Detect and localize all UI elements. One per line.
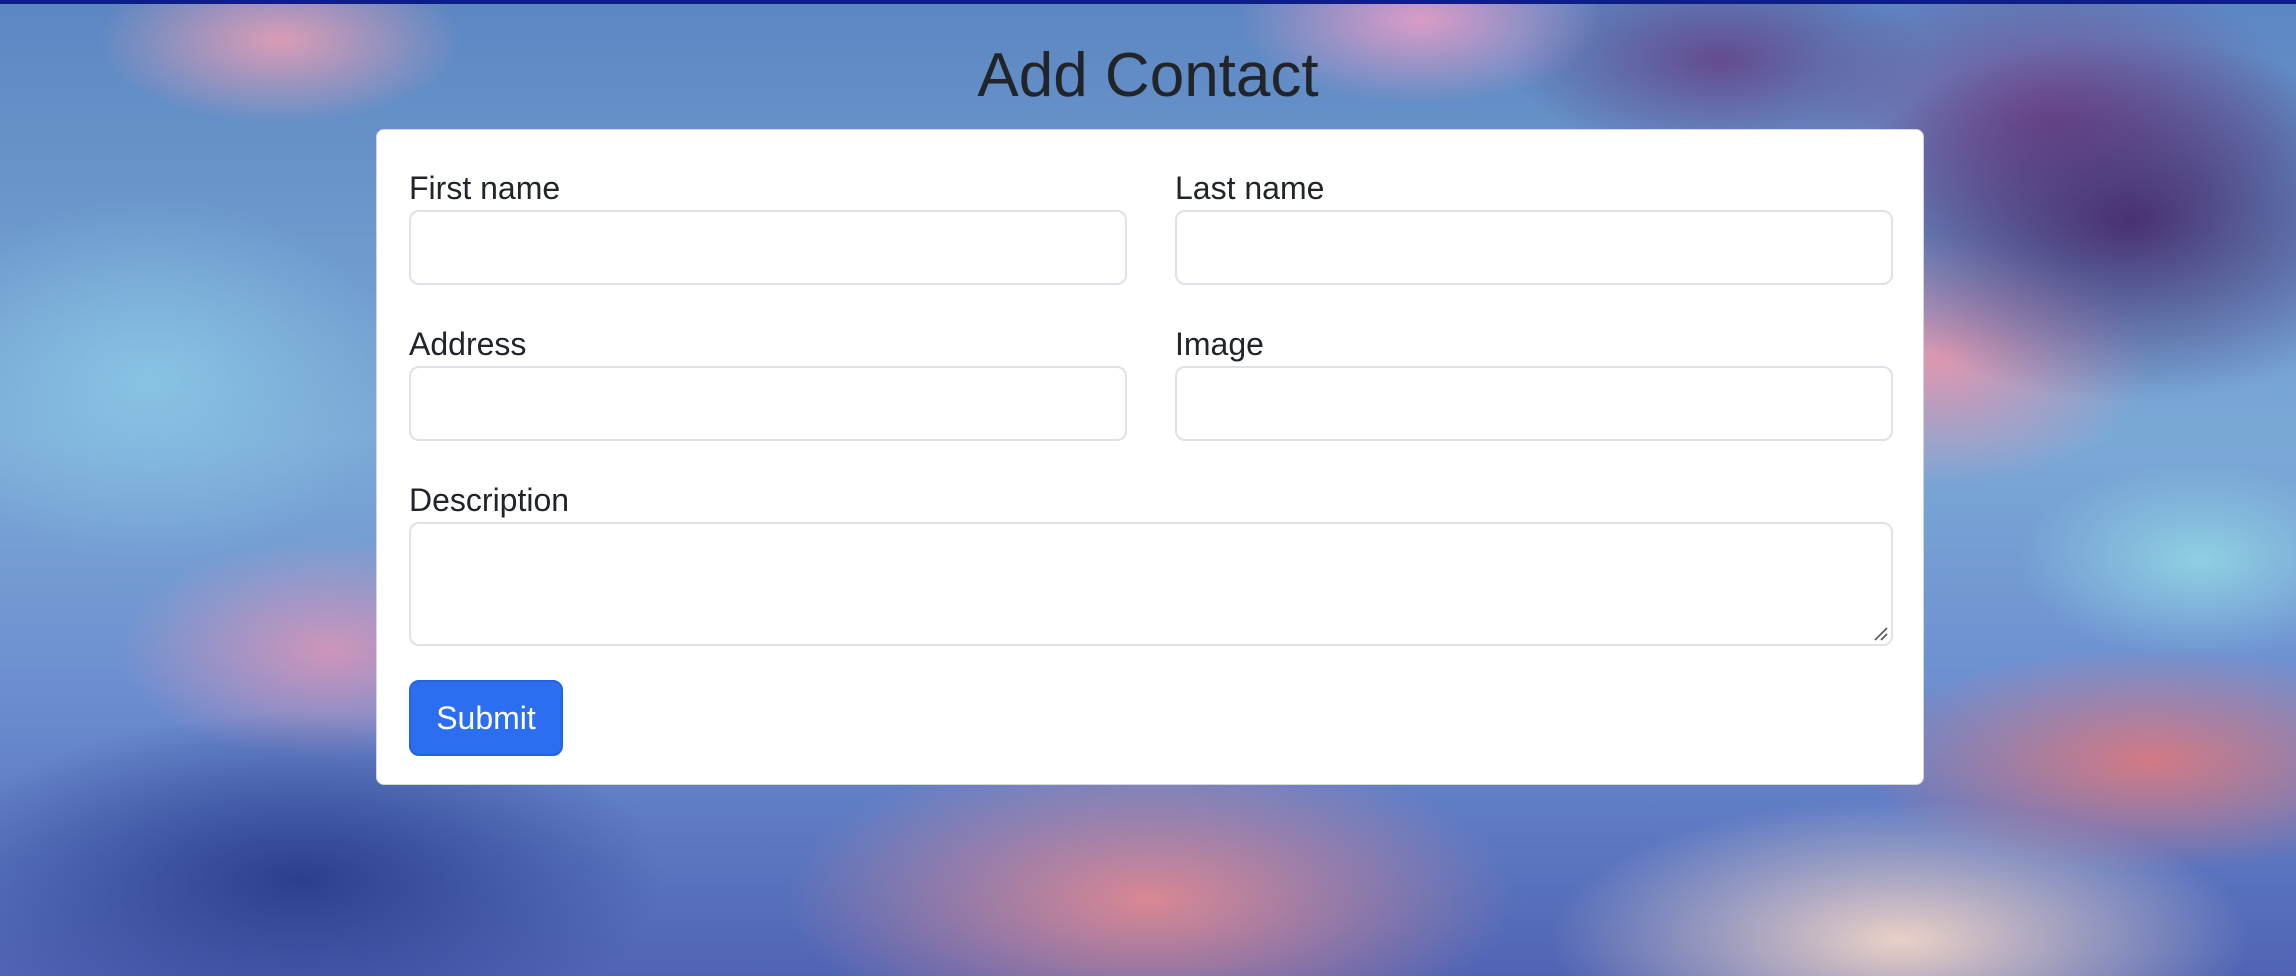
image-label: Image: [1175, 326, 1264, 362]
image-input[interactable]: [1175, 366, 1893, 441]
page-title: Add Contact: [977, 41, 1319, 110]
first-name-label: First name: [409, 170, 561, 206]
submit-button[interactable]: Submit: [409, 680, 563, 756]
address-label: Address: [409, 326, 527, 362]
resize-handle-icon[interactable]: [1872, 625, 1888, 641]
address-input[interactable]: [409, 366, 1127, 441]
description-textarea[interactable]: [409, 522, 1893, 646]
last-name-label: Last name: [1175, 170, 1325, 206]
top-accent-bar: [0, 0, 2296, 4]
first-name-input[interactable]: [409, 210, 1127, 285]
description-label: Description: [409, 482, 570, 518]
last-name-input[interactable]: [1175, 210, 1893, 285]
add-contact-form: First name Last name Address Image Descr…: [376, 129, 1924, 785]
